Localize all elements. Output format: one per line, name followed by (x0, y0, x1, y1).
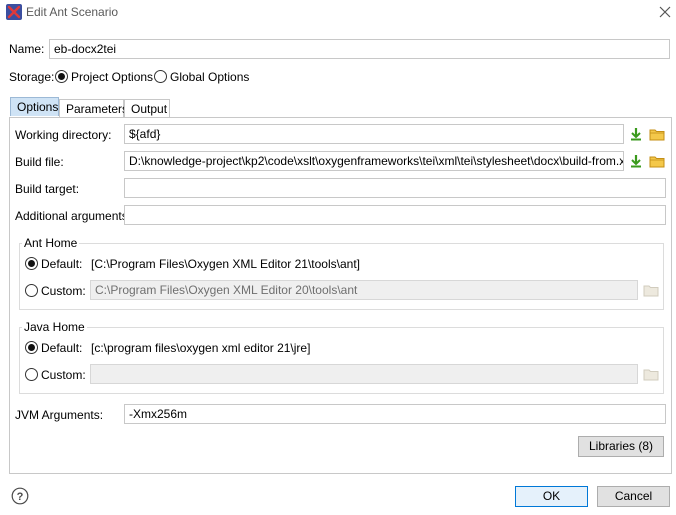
radio-ant-custom[interactable] (25, 284, 38, 297)
libraries-button[interactable]: Libraries (8) (578, 436, 664, 457)
ant-custom-label: Custom: (41, 284, 86, 298)
oxygen-app-icon (6, 4, 22, 20)
browse-folder-icon[interactable] (649, 153, 665, 169)
tab-parameters[interactable]: Parameters (59, 99, 128, 118)
java-default-value: [c:\program files\oxygen xml editor 21\j… (91, 341, 311, 355)
storage-label: Storage: (9, 70, 55, 84)
browse-folder-icon[interactable] (643, 282, 659, 298)
radio-java-default[interactable] (25, 341, 38, 354)
java-custom-radio[interactable] (25, 368, 38, 384)
radio-java-custom[interactable] (25, 368, 38, 381)
svg-text:?: ? (17, 491, 24, 503)
java-custom-label: Custom: (41, 368, 86, 382)
name-input[interactable]: eb-docx2tei (49, 39, 670, 59)
global-options-radio[interactable] (154, 70, 167, 86)
ant-default-value: [C:\Program Files\Oxygen XML Editor 21\t… (91, 257, 360, 271)
window-title: Edit Ant Scenario (26, 5, 119, 19)
name-label: Name: (9, 42, 45, 56)
close-icon[interactable] (656, 3, 674, 21)
java-default-label: Default: (41, 341, 83, 355)
build-file-label: Build file: (15, 155, 64, 169)
radio-ant-default[interactable] (25, 257, 38, 270)
tab-options[interactable]: Options (10, 97, 59, 116)
ok-button[interactable]: OK (515, 486, 588, 507)
cancel-button[interactable]: Cancel (597, 486, 670, 507)
ant-home-title: Ant Home (22, 236, 80, 250)
project-options-radio[interactable] (55, 70, 68, 86)
build-target-input[interactable] (124, 178, 666, 198)
project-options-label: Project Options (71, 70, 154, 84)
browse-folder-icon[interactable] (643, 366, 659, 382)
help-icon[interactable]: ? (11, 487, 29, 505)
build-target-label: Build target: (15, 182, 80, 196)
insert-editor-variables-icon[interactable] (628, 153, 644, 169)
title-bar: Edit Ant Scenario (0, 0, 676, 26)
working-directory-input[interactable]: ${afd} (124, 124, 624, 144)
java-home-title: Java Home (22, 320, 87, 334)
insert-editor-variables-icon[interactable] (628, 126, 644, 142)
jvm-arguments-input[interactable]: -Xmx256m (124, 404, 666, 424)
radio-global-options[interactable] (154, 70, 167, 83)
ant-custom-radio[interactable] (25, 284, 38, 300)
build-file-input[interactable]: D:\knowledge-project\kp2\code\xslt\oxyge… (124, 151, 624, 171)
ant-custom-input[interactable]: C:\Program Files\Oxygen XML Editor 20\to… (90, 280, 638, 300)
ant-default-radio[interactable] (25, 257, 38, 273)
java-default-radio[interactable] (25, 341, 38, 357)
java-custom-input[interactable] (90, 364, 638, 384)
radio-project-options[interactable] (55, 70, 68, 83)
additional-arguments-input[interactable] (124, 205, 666, 225)
global-options-label: Global Options (170, 70, 250, 84)
additional-arguments-label: Additional arguments: (15, 209, 132, 223)
ant-default-label: Default: (41, 257, 83, 271)
jvm-arguments-label: JVM Arguments: (15, 408, 104, 422)
working-directory-label: Working directory: (15, 128, 112, 142)
browse-folder-icon[interactable] (649, 126, 665, 142)
tab-output[interactable]: Output (124, 99, 170, 118)
